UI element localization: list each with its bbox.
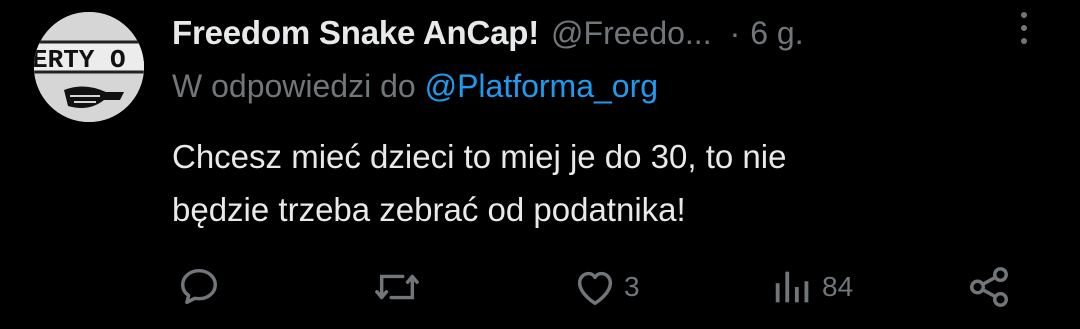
views-button[interactable]: 84	[770, 262, 853, 312]
like-count: 3	[624, 271, 640, 302]
display-name[interactable]: Freedom Snake AnCap!	[172, 14, 539, 52]
avatar[interactable]: ERTY O	[34, 12, 144, 122]
reply-mention-link[interactable]: @Platforma_org	[425, 68, 658, 104]
reply-context: W odpowiedzi do @Platforma_org	[172, 68, 658, 105]
retweet-button[interactable]	[372, 262, 428, 312]
avatar-text: ERTY O	[34, 45, 126, 75]
reply-icon	[180, 268, 218, 305]
heart-icon	[577, 271, 613, 306]
tweet-text-line-1: Chcesz mieć dzieci to miej je do 30, to …	[172, 138, 787, 175]
retweet-icon	[375, 274, 419, 300]
share-button[interactable]	[966, 262, 1018, 312]
reply-button[interactable]	[176, 262, 228, 312]
action-bar: 3 84	[0, 262, 1080, 312]
like-button[interactable]: 3	[572, 262, 640, 312]
more-options-icon[interactable]	[1010, 10, 1038, 46]
separator-dot: ·	[729, 14, 741, 51]
timestamp[interactable]: 6 g.	[750, 15, 803, 52]
tweet-text-line-2: będzie trzeba zebrać od podatnika!	[172, 191, 686, 228]
views-count: 84	[822, 271, 854, 302]
user-handle[interactable]: @Freedo...	[551, 15, 712, 52]
tweet-text: Chcesz mieć dzieci to miej je do 30, to …	[172, 130, 1032, 236]
share-icon	[970, 267, 1008, 307]
views-icon	[775, 271, 809, 303]
avatar-image: ERTY O	[34, 12, 144, 122]
tweet[interactable]: ERTY O Freedom Snake AnCap! @Freedo... ·…	[0, 0, 1080, 329]
reply-prefix: W odpowiedzi do	[172, 68, 416, 104]
tweet-header: Freedom Snake AnCap! @Freedo... · 6 g.	[172, 10, 804, 56]
